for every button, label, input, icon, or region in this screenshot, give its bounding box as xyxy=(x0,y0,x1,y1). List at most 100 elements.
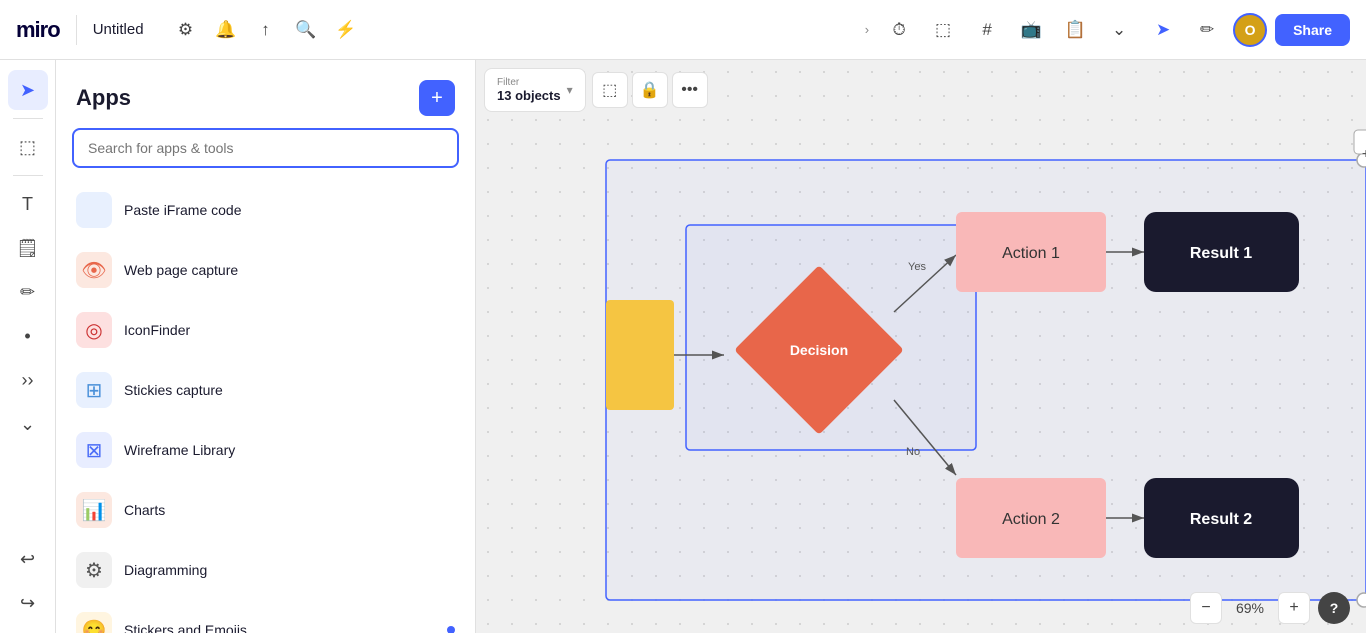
lock-filter-icon[interactable]: 🔒 xyxy=(632,72,668,108)
result2-box[interactable] xyxy=(1144,478,1299,558)
expand-chevron-icon[interactable]: › xyxy=(861,18,873,41)
diagramming-icon: ⚙ xyxy=(76,552,112,588)
help-button[interactable]: ? xyxy=(1318,592,1350,624)
more-tools[interactable]: ›› xyxy=(8,360,48,400)
bottom-bar: − 69% + ? xyxy=(476,583,1366,633)
arrow-yes xyxy=(894,255,956,312)
selection-handle-tr[interactable] xyxy=(1357,153,1366,167)
decision-label: Decision xyxy=(790,342,848,358)
charts-label: Charts xyxy=(124,502,455,518)
decision-shape[interactable]: Decision xyxy=(734,265,904,435)
selection-box-inner xyxy=(686,225,976,450)
undo-button[interactable]: ↩ xyxy=(8,539,48,579)
wireframe-icon: ⊠ xyxy=(76,432,112,468)
paste-iframe-icon xyxy=(76,192,112,228)
sticky-tool[interactable]: 🗒 xyxy=(8,228,48,268)
action1-box[interactable] xyxy=(956,212,1106,292)
separator xyxy=(13,118,43,119)
more-filter-icon[interactable]: ••• xyxy=(672,72,708,108)
apps-panel: Apps + Paste iFrame code 👁 Web page capt… xyxy=(56,60,476,633)
tag-icon[interactable]: # xyxy=(969,12,1005,48)
action2-label: Action 2 xyxy=(1002,511,1060,528)
settings-icon[interactable]: ⚙ xyxy=(168,12,204,48)
stickies-label: Stickies capture xyxy=(124,382,455,398)
more-icon[interactable]: ⌄ xyxy=(1101,12,1137,48)
web-capture-icon: 👁 xyxy=(76,252,112,288)
timer-icon[interactable]: ⏱ xyxy=(881,12,917,48)
filter-button[interactable]: Filter 13 objects ▾ xyxy=(484,68,586,112)
share-button[interactable]: Share xyxy=(1275,14,1350,46)
stickers-notification-dot xyxy=(447,626,455,633)
avatar: O xyxy=(1233,13,1267,47)
iconfinder-label: IconFinder xyxy=(124,322,455,338)
notes-icon[interactable]: 📋 xyxy=(1057,12,1093,48)
app-item-stickers[interactable]: 😊 Stickers and Emojis xyxy=(56,600,475,633)
no-label: No xyxy=(906,446,920,458)
add-app-button[interactable]: + xyxy=(419,80,455,116)
charts-icon: 📊 xyxy=(76,492,112,528)
redo-button[interactable]: ↪ xyxy=(8,583,48,623)
search-icon[interactable]: 🔍 xyxy=(288,12,324,48)
cursor-mode-icon[interactable]: ➤ xyxy=(1145,12,1181,48)
action1-label: Action 1 xyxy=(1002,245,1060,262)
filter-label: Filter 13 objects xyxy=(497,77,561,103)
topbar-right: › ⏱ ⬚ # 📺 📋 ⌄ ➤ ✏ O Share xyxy=(845,12,1366,48)
flowchart-svg: Decision Yes No Action 1 Action 2 Result… xyxy=(476,60,1366,620)
miro-logo: miro xyxy=(0,17,76,43)
selection-add-icon: + xyxy=(1362,145,1366,161)
result1-label: Result 1 xyxy=(1190,245,1252,262)
apps-panel-header: Apps + xyxy=(56,60,475,128)
connector-tool[interactable]: • xyxy=(8,316,48,356)
filter-label-top: Filter xyxy=(497,77,561,88)
apps-search-input[interactable] xyxy=(72,128,459,168)
zoom-in-button[interactable]: + xyxy=(1278,592,1310,624)
yellow-rect[interactable] xyxy=(606,300,674,410)
select-tool[interactable]: ➤ xyxy=(8,70,48,110)
wireframe-label: Wireframe Library xyxy=(124,442,455,458)
present-icon[interactable]: 📺 xyxy=(1013,12,1049,48)
canvas-area[interactable]: Filter 13 objects ▾ ⬚ 🔒 ••• Decision Yes xyxy=(476,60,1366,633)
web-capture-label: Web page capture xyxy=(124,262,455,278)
iconfinder-icon: ◎ xyxy=(76,312,112,348)
app-item-wireframe[interactable]: ⊠ Wireframe Library xyxy=(56,420,475,480)
apps-panel-title: Apps xyxy=(76,85,131,111)
collapse-tool[interactable]: ⌄ xyxy=(8,404,48,444)
frames-tool[interactable]: ⬚ xyxy=(8,127,48,167)
left-toolbar: ➤ ⬚ T 🗒 ✏ • ›› ⌄ ↩ ↪ xyxy=(0,60,56,633)
filter-bar: Filter 13 objects ▾ ⬚ 🔒 ••• xyxy=(484,68,708,112)
filter-tools: ⬚ 🔒 ••• xyxy=(592,72,708,108)
app-item-iconfinder[interactable]: ◎ IconFinder xyxy=(56,300,475,360)
comment-icon[interactable]: ✏ xyxy=(1189,12,1225,48)
app-item-charts[interactable]: 📊 Charts xyxy=(56,480,475,540)
filter-count: 13 objects xyxy=(497,88,561,103)
result1-box[interactable] xyxy=(1144,212,1299,292)
topbar-icons: ⚙ 🔔 ↑ 🔍 ⚡ xyxy=(160,12,372,48)
action2-box[interactable] xyxy=(956,478,1106,558)
separator xyxy=(13,175,43,176)
magic-icon[interactable]: ⚡ xyxy=(328,12,364,48)
notifications-icon[interactable]: 🔔 xyxy=(208,12,244,48)
diagramming-label: Diagramming xyxy=(124,562,455,578)
frame-icon[interactable]: ⬚ xyxy=(925,12,961,48)
text-tool[interactable]: T xyxy=(8,184,48,224)
frame-filter-icon[interactable]: ⬚ xyxy=(592,72,628,108)
app-item-diagramming[interactable]: ⚙ Diagramming xyxy=(56,540,475,600)
document-title[interactable]: Untitled xyxy=(77,21,160,38)
stickies-icon: ⊞ xyxy=(76,372,112,408)
topbar: miro Untitled ⚙ 🔔 ↑ 🔍 ⚡ › ⏱ ⬚ # 📺 📋 ⌄ ➤ … xyxy=(0,0,1366,60)
apps-search-container xyxy=(56,128,475,180)
chevron-down-icon: ▾ xyxy=(567,83,573,97)
app-item-web-capture[interactable]: 👁 Web page capture xyxy=(56,240,475,300)
arrow-no xyxy=(894,400,956,475)
selection-box-outer xyxy=(606,160,1366,600)
app-item-paste-iframe[interactable]: Paste iFrame code xyxy=(56,180,475,240)
zoom-level: 69% xyxy=(1230,600,1270,616)
zoom-out-button[interactable]: − xyxy=(1190,592,1222,624)
result2-label: Result 2 xyxy=(1190,511,1252,528)
apps-list: Paste iFrame code 👁 Web page capture ◎ I… xyxy=(56,180,475,633)
share-upload-icon[interactable]: ↑ xyxy=(248,12,284,48)
pen-tool[interactable]: ✏ xyxy=(8,272,48,312)
selection-action-add[interactable] xyxy=(1354,130,1366,154)
stickers-icon: 😊 xyxy=(76,612,112,633)
app-item-stickies[interactable]: ⊞ Stickies capture xyxy=(56,360,475,420)
